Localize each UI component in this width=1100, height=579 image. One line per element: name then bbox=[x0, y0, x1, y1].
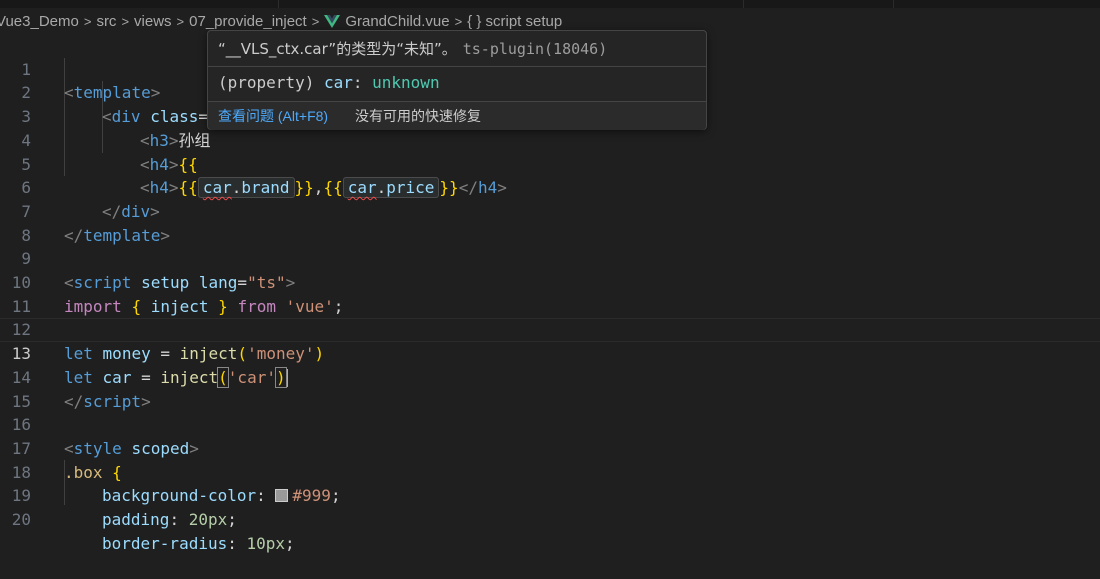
tab[interactable] bbox=[743, 0, 894, 8]
tab[interactable] bbox=[278, 0, 744, 8]
divider bbox=[208, 66, 706, 67]
diagnostic-text: “__VLS_ctx.car”的类型为“未知”。 bbox=[218, 40, 457, 58]
breadcrumb-item-file[interactable]: GrandChild.vue bbox=[324, 12, 450, 30]
code-line: 10 import { inject } from 'vue'; bbox=[0, 247, 1100, 316]
type-signature: (property) car: unknown bbox=[218, 73, 440, 92]
vue-icon bbox=[324, 15, 341, 29]
chevron-right-icon: > bbox=[454, 13, 463, 29]
code-line: 5 <h4>{{car.brand}},{{car.price}}</h4> bbox=[0, 129, 1100, 199]
code-line: 8 bbox=[0, 200, 1100, 245]
chevron-right-icon: > bbox=[311, 13, 320, 29]
code-line: 20 border-radius: 10px; bbox=[0, 484, 1100, 553]
breadcrumb-item-project[interactable]: Vue3_Demo bbox=[0, 13, 79, 30]
editor-tab-strip bbox=[0, 0, 1100, 8]
no-quick-fix-text: 没有可用的快速修复 bbox=[355, 108, 481, 124]
diagnostic-source: ts-plugin(18046) bbox=[462, 40, 608, 58]
code-line: 18 background-color: #999; bbox=[0, 437, 1100, 506]
breadcrumb-item-symbol[interactable]: { } script setup bbox=[467, 13, 562, 30]
code-line: 17 .box { bbox=[0, 413, 1100, 482]
code-line: 12 let money = inject('money') bbox=[0, 295, 1100, 363]
hover-actions: 查看问题 (Alt+F8) 没有可用的快速修复 bbox=[208, 101, 706, 130]
code-line: 19 padding: 20px; bbox=[0, 461, 1100, 529]
chevron-right-icon: > bbox=[176, 13, 185, 29]
code-line: 11 bbox=[0, 271, 1100, 316]
code-line: 7 </template> bbox=[0, 176, 1100, 245]
chevron-right-icon: > bbox=[83, 13, 92, 29]
code-line-current: 13 let car = inject('car') bbox=[0, 318, 1100, 388]
breadcrumb-item-src[interactable]: src bbox=[96, 13, 116, 30]
tab[interactable] bbox=[0, 0, 279, 8]
code-line: 15 bbox=[0, 366, 1100, 411]
code-line: 16 <style scoped> bbox=[0, 390, 1100, 458]
chevron-right-icon: > bbox=[121, 13, 130, 29]
breadcrumb-item-folder[interactable]: 07_provide_inject bbox=[189, 13, 307, 30]
code-line: 9 <script setup lang="ts"> bbox=[0, 224, 1100, 292]
code-line: 6 </div> bbox=[0, 153, 1100, 221]
diagnostic-message: “__VLS_ctx.car”的类型为“未知”。 ts-plugin(18046) bbox=[218, 38, 607, 60]
file-name: GrandChild.vue bbox=[345, 12, 450, 30]
code-line: 14 </script> bbox=[0, 342, 1100, 411]
hover-tooltip[interactable]: “__VLS_ctx.car”的类型为“未知”。 ts-plugin(18046)… bbox=[207, 30, 707, 130]
breadcrumb-item-views[interactable]: views bbox=[134, 13, 172, 30]
view-problem-link[interactable]: 查看问题 (Alt+F8) bbox=[218, 102, 328, 130]
line-number: 20 bbox=[11, 510, 31, 529]
